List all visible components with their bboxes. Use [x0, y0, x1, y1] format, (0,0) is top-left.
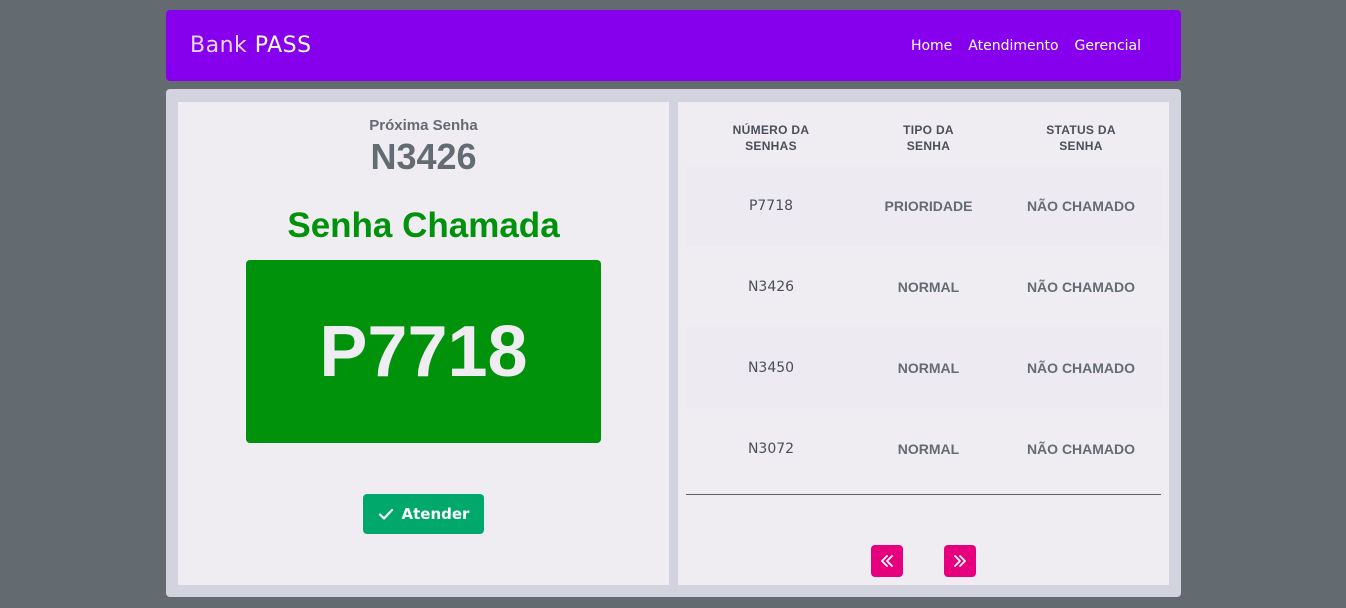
- previous-page-button[interactable]: [871, 545, 903, 577]
- table-row: N3072 NORMAL NÃO CHAMADO: [686, 408, 1161, 489]
- cell-numero: P7718: [748, 197, 794, 214]
- called-password-value: P7718: [319, 311, 528, 392]
- nav-link-home[interactable]: Home: [911, 38, 952, 54]
- table-row: P7718 PRIORIDADE NÃO CHAMADO: [686, 165, 1161, 246]
- attend-button-label: Atender: [401, 505, 470, 523]
- queue-panel: NÚMERO DA SENHAS TIPO DA SENHA STATUS DA…: [678, 102, 1169, 585]
- called-panel: Próxima Senha N3426 Senha Chamada P7718 …: [178, 102, 669, 585]
- double-chevron-left-icon: [881, 555, 893, 567]
- brand-logo[interactable]: Bank PASS: [190, 33, 312, 58]
- brand-part1: Bank: [190, 33, 248, 58]
- next-page-button[interactable]: [944, 545, 976, 577]
- called-password-title: Senha Chamada: [287, 206, 560, 245]
- cell-status: NÃO CHAMADO: [1026, 440, 1136, 457]
- nav-link-atendimento[interactable]: Atendimento: [968, 38, 1058, 54]
- cell-status: NÃO CHAMADO: [1026, 359, 1136, 376]
- cell-numero: N3450: [747, 359, 795, 376]
- cell-tipo: NORMAL: [897, 440, 960, 457]
- cell-tipo: PRIORIDADE: [884, 197, 973, 214]
- attend-button[interactable]: Atender: [363, 494, 484, 534]
- cell-tipo: NORMAL: [897, 278, 960, 295]
- table-divider: [686, 494, 1161, 495]
- cell-tipo: NORMAL: [897, 359, 960, 376]
- brand-part2: PASS: [254, 33, 312, 58]
- next-password-label: Próxima Senha: [369, 117, 478, 134]
- nav-link-gerencial[interactable]: Gerencial: [1075, 38, 1141, 54]
- queue-table: NÚMERO DA SENHAS TIPO DA SENHA STATUS DA…: [686, 102, 1161, 457]
- table-row: N3426 NORMAL NÃO CHAMADO: [686, 246, 1161, 327]
- main-container: Próxima Senha N3426 Senha Chamada P7718 …: [166, 89, 1181, 597]
- table-body: P7718 PRIORIDADE NÃO CHAMADO N3426 NORMA…: [686, 165, 1161, 489]
- check-icon: [378, 508, 393, 520]
- cell-numero: N3072: [747, 440, 795, 457]
- cell-numero: N3426: [747, 278, 795, 295]
- navbar: Bank PASS Home Atendimento Gerencial: [166, 10, 1181, 81]
- header-numero: NÚMERO DA SENHAS: [732, 123, 810, 153]
- nav-links: Home Atendimento Gerencial: [911, 38, 1141, 54]
- next-password-value: N3426: [370, 136, 477, 177]
- table-row: N3450 NORMAL NÃO CHAMADO: [686, 327, 1161, 408]
- header-status: STATUS DA SENHA: [1046, 123, 1116, 153]
- called-password-box: P7718: [246, 260, 601, 443]
- cell-status: NÃO CHAMADO: [1026, 278, 1136, 295]
- table-header: NÚMERO DA SENHAS TIPO DA SENHA STATUS DA…: [686, 102, 1161, 174]
- header-tipo: TIPO DA SENHA: [903, 123, 954, 153]
- cell-status: NÃO CHAMADO: [1026, 197, 1136, 214]
- double-chevron-right-icon: [954, 555, 966, 567]
